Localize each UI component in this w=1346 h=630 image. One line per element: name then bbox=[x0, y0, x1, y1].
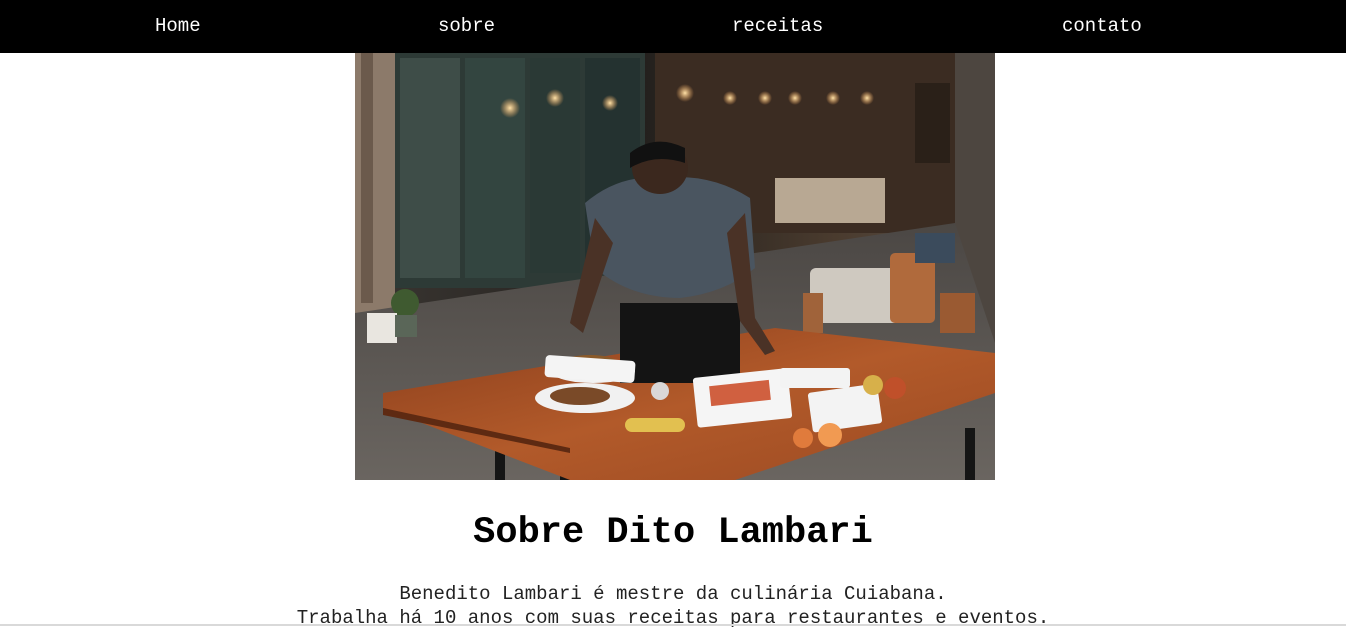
nav-link-sobre[interactable]: sobre bbox=[438, 0, 495, 53]
nav-link-receitas[interactable]: receitas bbox=[732, 0, 823, 53]
nav-link-contato[interactable]: contato bbox=[1062, 0, 1142, 53]
bio-text: Benedito Lambari é mestre da culinária C… bbox=[0, 582, 1346, 630]
top-navbar: Home sobre receitas contato bbox=[0, 0, 1346, 53]
bio-line-2: Trabalha há 10 anos com suas receitas pa… bbox=[296, 607, 1050, 629]
bio-line-1: Benedito Lambari é mestre da culinária C… bbox=[399, 583, 947, 605]
page-title: Sobre Dito Lambari bbox=[473, 512, 873, 554]
hero-image bbox=[355, 53, 995, 480]
nav-link-home[interactable]: Home bbox=[155, 0, 201, 53]
